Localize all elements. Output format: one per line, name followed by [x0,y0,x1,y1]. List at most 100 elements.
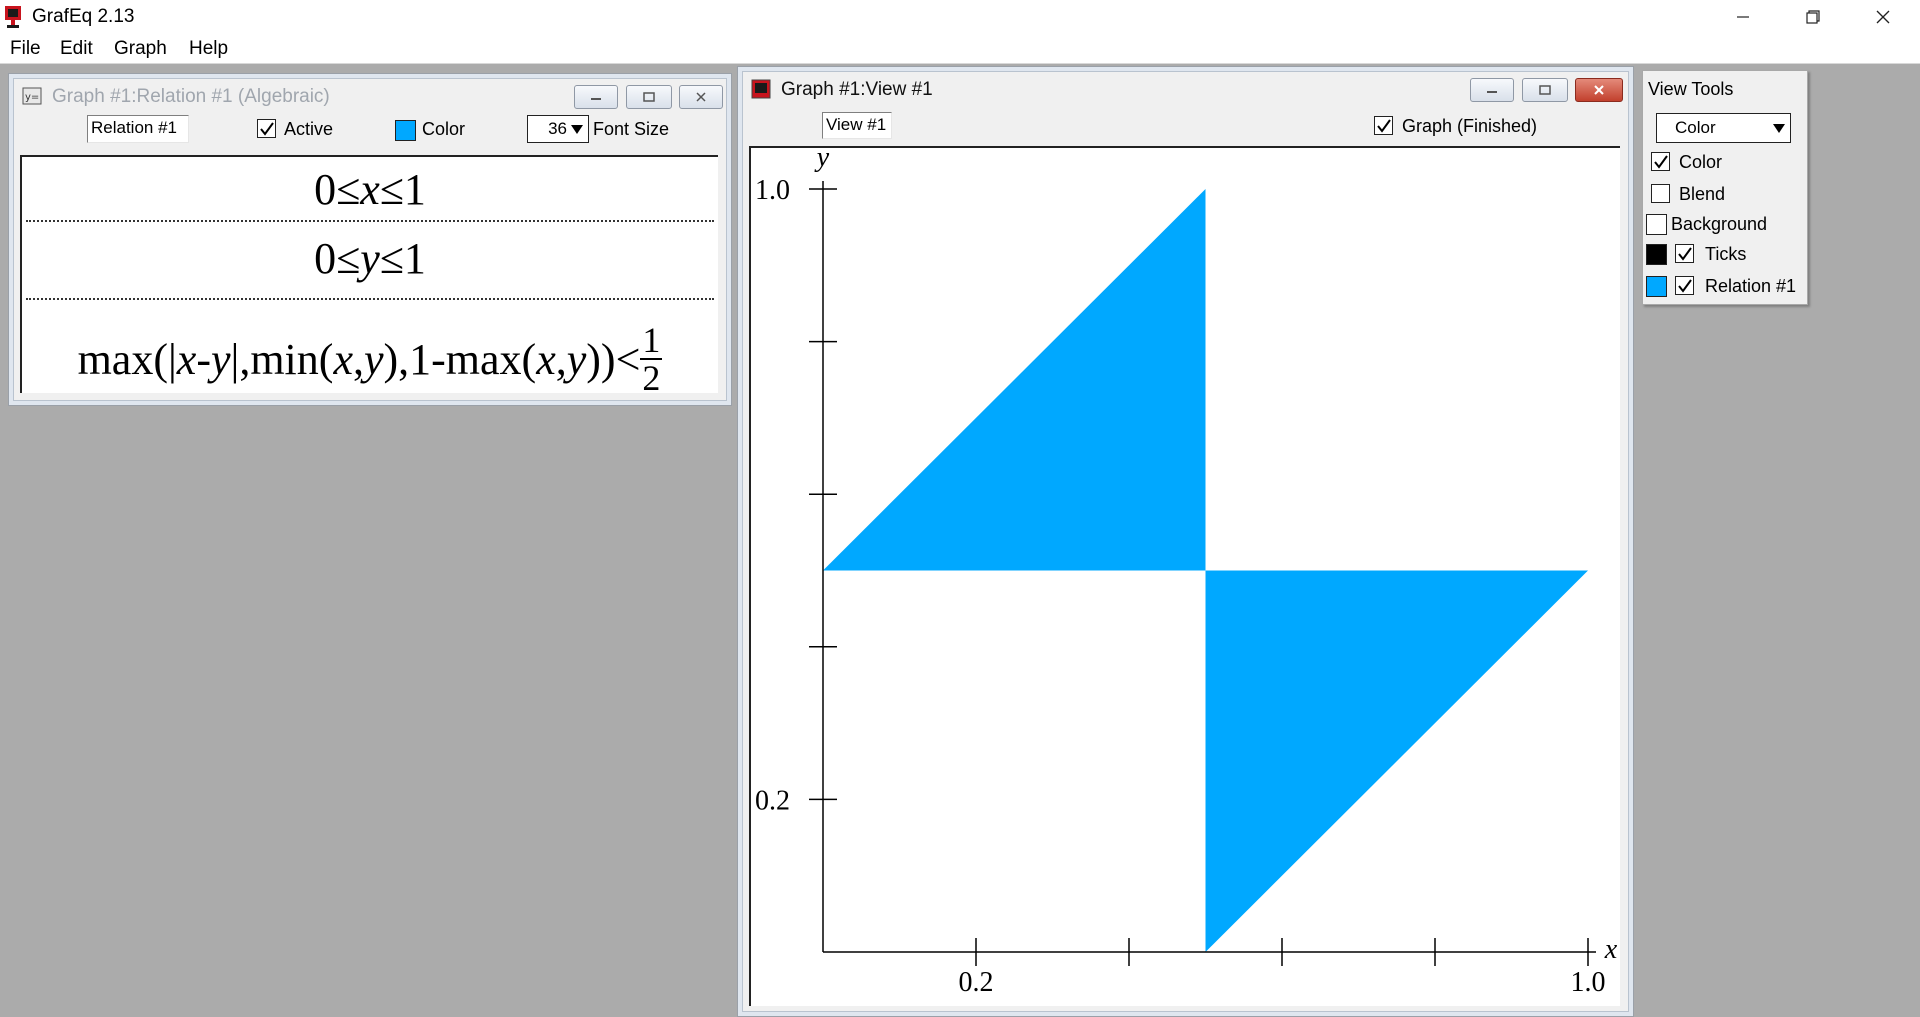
color-option-label: Color [1679,152,1723,172]
y-axis-label: y [814,148,830,173]
graph-status-checkbox[interactable] [1374,116,1393,135]
equation-text: ))< [586,334,641,384]
dropdown-arrow-icon [1773,124,1785,133]
equation-row[interactable]: max(|x-y|,min(x,y),1-max(x,y))< 1 2 [22,322,718,396]
checkmark-icon [1376,118,1391,133]
equation-variable: x [333,334,353,384]
minimize-icon [1737,16,1749,18]
equation-variable: x [176,334,197,384]
equation-text: 0≤ [314,234,361,283]
equation-row[interactable]: 0≤x≤1 [22,165,718,215]
checkmark-icon [259,121,274,136]
background-color-swatch[interactable] [1646,214,1667,235]
equation-text: ≤1 [379,234,426,283]
grafeq-app-icon [5,6,21,28]
y-tick-label: 1.0 [755,175,790,206]
relation-minimize-button[interactable] [574,85,618,109]
menu-edit[interactable]: Edit [60,38,93,60]
minimize-button[interactable] [1708,0,1778,34]
active-label: Active [284,119,334,139]
menubar: File Edit Graph Help [0,34,1920,64]
view-name-field[interactable]: View #1 [822,112,892,139]
equation-row[interactable]: 0≤y≤1 [22,234,718,284]
dropdown-arrow-icon [571,125,583,134]
minimize-icon [591,98,601,100]
view-window-titlebar[interactable]: Graph #1:View #1 [743,72,1628,104]
menu-file[interactable]: File [10,38,41,60]
relation-window-titlebar[interactable]: y= Graph #1:Relation #1 (Algebraic) [14,79,726,111]
fraction: 12 [640,320,663,398]
ticks-color-swatch[interactable] [1646,244,1667,265]
menu-graph[interactable]: Graph [114,38,167,60]
font-size-label: Font Size [593,119,670,139]
svg-text:y=: y= [25,92,39,103]
equation-editor[interactable]: 0≤x≤1 0≤y≤1 max(|x-y|,min(x,y),1-max(x,y… [20,155,718,396]
relation-close-button[interactable] [679,85,723,109]
ticks-checkbox[interactable] [1675,244,1694,263]
y-tick-label: 0.2 [755,785,790,816]
equation-text: max(| [77,334,177,384]
equation-variable: x [360,165,380,214]
app-titlebar: GrafEq 2.13 [0,0,1920,34]
relation-color-swatch[interactable] [395,120,416,141]
ticks-option-label: Ticks [1705,244,1747,264]
equation-text: ),1-max( [383,334,537,384]
app-title: GrafEq 2.13 [32,6,135,27]
relation-toolbar: Relation #1 Active Color 36 Font Size [21,112,729,146]
background-option-label: Background [1671,214,1768,234]
equation-variable: y [566,334,587,384]
view-window-title: Graph #1:View #1 [781,79,933,100]
relation-name-field[interactable]: Relation #1 [87,115,189,143]
close-icon [1594,85,1604,95]
view-window-icon [751,79,771,99]
maximize-icon [1539,85,1551,95]
equation-text: ≤1 [379,165,426,214]
fraction-numerator: 1 [640,320,663,360]
blend-option-label: Blend [1679,184,1726,204]
x-tick-label: 0.2 [959,967,994,998]
relation-checkbox[interactable] [1675,276,1694,295]
solution-region-2 [1205,570,1588,952]
equation-separator [26,298,714,300]
relation-color-swatch[interactable] [1646,276,1667,297]
graph-status-label: Graph (Finished) [1402,116,1538,136]
checkmark-icon [1653,154,1668,169]
x-axis-label: x [1604,934,1618,965]
menu-help[interactable]: Help [189,38,228,60]
plot-area[interactable]: 0.2 1.0 1.0 0.2 x y [749,146,1620,1006]
color-label: Color [422,119,466,139]
view-tools-dropdown[interactable]: Color [1656,113,1791,143]
relation-maximize-button[interactable] [626,85,672,109]
view-tools-palette: View Tools Color Color Blend Background … [1642,70,1808,305]
blend-checkbox[interactable] [1651,184,1670,203]
view-maximize-button[interactable] [1522,78,1568,102]
color-checkbox[interactable] [1651,152,1670,171]
equation-variable: y [360,234,380,283]
close-icon [1876,10,1890,24]
equation-separator [26,220,714,222]
graph-plot: 0.2 1.0 1.0 0.2 x y [755,148,1618,998]
active-checkbox[interactable] [257,119,276,138]
checkmark-icon [1677,246,1692,261]
view-minimize-button[interactable] [1470,78,1514,102]
solution-region-1 [823,189,1206,571]
relation-window-title: Graph #1:Relation #1 (Algebraic) [52,86,330,107]
view-close-button[interactable] [1575,78,1623,102]
relation-option-label: Relation #1 [1705,276,1797,296]
x-tick-label: 1.0 [1571,967,1606,998]
equation-text: , [352,334,364,384]
close-button[interactable] [1848,0,1918,34]
font-size-dropdown[interactable]: 36 [527,115,589,143]
equation-variable: y [210,334,231,384]
equation-text: |,min( [230,334,334,384]
relation-window-icon: y= [22,87,42,105]
restore-button[interactable] [1778,0,1848,34]
checkmark-icon [1677,278,1692,293]
close-icon [696,92,706,102]
fraction-denominator: 2 [642,358,661,398]
view-tools-dropdown-value: Color [1675,118,1716,137]
equation-text: 0≤ [314,165,361,214]
view-tools-title: View Tools [1648,79,1734,99]
minimize-icon [1487,91,1497,93]
font-size-value: 36 [548,119,567,138]
